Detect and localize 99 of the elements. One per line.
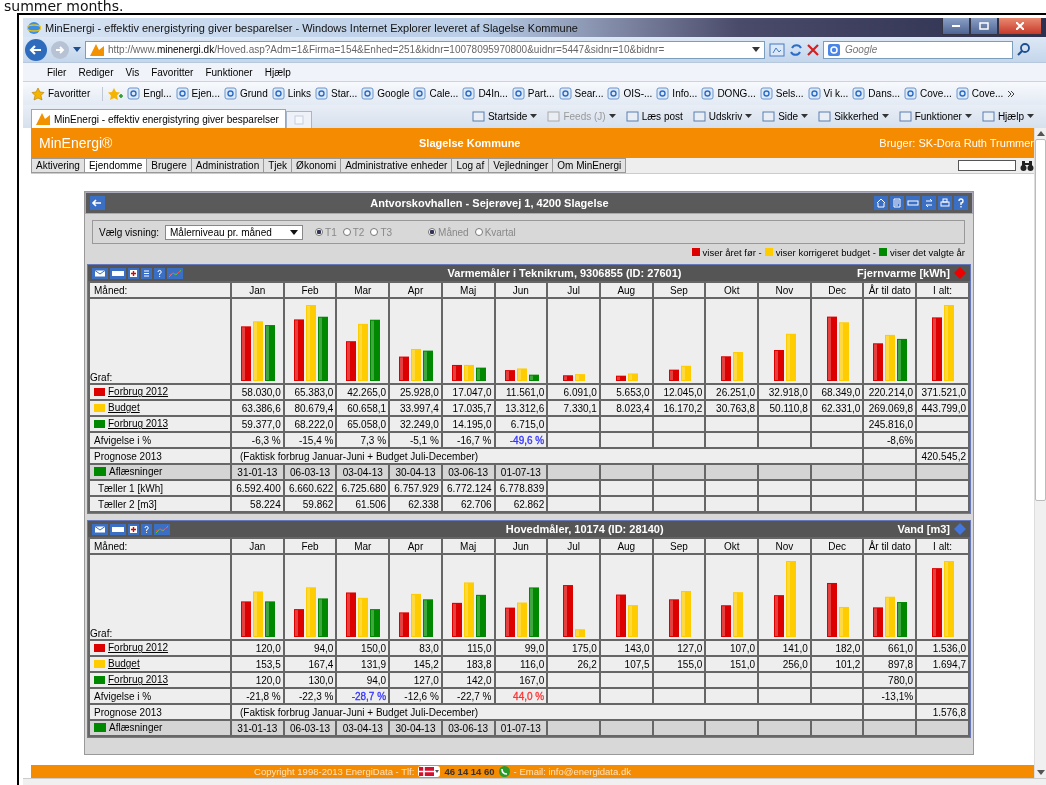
column-header: Jan — [231, 282, 284, 298]
favorites-label: Favoritter — [48, 88, 91, 99]
command-button[interactable]: Udskriv — [708, 111, 743, 122]
column-header: Aug — [599, 538, 653, 554]
favorite-link[interactable]: D4In... — [478, 88, 508, 99]
favorite-link[interactable]: Info... — [672, 88, 698, 99]
favorite-link[interactable]: Part... — [527, 88, 555, 99]
favorite-link[interactable]: Grund — [239, 88, 268, 99]
search-field[interactable]: Google — [823, 40, 1013, 59]
nav-tab[interactable]: Tjek — [263, 158, 293, 173]
organisation-name: Slagelse Kommune — [419, 137, 521, 149]
nav-tab[interactable]: Log af — [451, 158, 490, 173]
column-header: Okt — [705, 538, 759, 554]
row-header: Graf: — [90, 628, 113, 639]
legend-label: viser det valgte år — [890, 246, 965, 258]
favorite-link[interactable]: Cove... — [971, 88, 1004, 99]
column-header: Jul — [547, 538, 600, 554]
nav-tab[interactable]: Om MinEnergi — [552, 158, 627, 173]
unit-label: Vand [m3] — [897, 523, 950, 535]
column-header: Nov — [758, 538, 811, 554]
phone-number: 46 14 14 60 — [444, 766, 495, 777]
column-header: Maj — [441, 538, 495, 554]
column-header: Apr — [389, 538, 442, 554]
column-header: Aug — [599, 282, 653, 298]
favorites-button[interactable]: Favoritter — [31, 86, 104, 101]
column-header: Dec — [810, 538, 864, 554]
column-header: Sep — [652, 538, 706, 554]
column-header: I alt: — [916, 538, 969, 554]
menu-item[interactable]: Favoritter — [151, 66, 194, 78]
favorite-link[interactable]: Links — [287, 88, 312, 99]
column-header: Sep — [652, 282, 706, 298]
nav-tab[interactable]: Administrative enheder — [340, 158, 453, 173]
column-header: Dec — [810, 282, 864, 298]
view-label: Vælg visning: — [99, 226, 160, 238]
favorite-link[interactable]: Engl... — [143, 88, 172, 99]
column-header: Nov — [758, 282, 811, 298]
column-header: Mar — [336, 538, 390, 554]
column-header: Jun — [494, 538, 548, 554]
column-header: Jul — [547, 282, 600, 298]
copyright-text: Copyright 1998-2013 EnergiData - Tlf: — [254, 766, 415, 777]
favorite-link[interactable]: Vi k... — [823, 88, 849, 99]
series-link[interactable]: Budget — [108, 658, 140, 670]
row-header: Aflæsninger — [109, 722, 163, 733]
column-header: Mar — [336, 282, 390, 298]
caption-text: summer months. — [3, 0, 125, 13]
legend-label: viser korrigeret budget - — [775, 246, 876, 258]
favorite-link[interactable]: Cale... — [429, 88, 459, 99]
column-header: Jun — [494, 282, 548, 298]
column-header: Feb — [283, 538, 337, 554]
legend-label: viser året før - — [702, 246, 762, 258]
meter-title: Varmemåler i Teknikrum, 9306855 (ID: 27601) — [446, 267, 683, 279]
favorite-link[interactable]: OIS-... — [623, 88, 653, 99]
menu-item[interactable]: Vis — [125, 66, 140, 78]
nav-tab[interactable]: Vejledninger — [488, 158, 554, 173]
nav-tab[interactable]: Brugere — [146, 158, 192, 173]
panel-title: Antvorskovhallen - Sejerøvej 1, 4200 Slagelse — [369, 197, 610, 209]
nav-tab[interactable]: Økonomi — [291, 158, 342, 173]
command-button[interactable]: Startside — [487, 111, 528, 122]
row-header: Aflæsninger — [109, 466, 163, 477]
window-title: MinEnergi - effektiv energistyring giver besparelser - Windows Internet Explorer leveret af Slagelse Kommune — [45, 21, 578, 34]
command-button[interactable]: Hjælp — [997, 111, 1024, 122]
menu-item[interactable]: Filer — [47, 66, 67, 78]
nav-tab[interactable]: Administration — [190, 158, 265, 173]
favorite-link[interactable]: Ejen... — [191, 88, 220, 99]
favorite-link[interactable]: DONG... — [717, 88, 756, 99]
row-header: Graf: — [90, 372, 113, 383]
favorite-link[interactable]: Sels... — [775, 88, 804, 99]
address-field[interactable]: http://www.minenergi.dk/Hoved.asp?Adm=1&Firma=154&Enhed=251&kidnr=10078095970800&uidnr=5447&sidnr=10&bidnr= — [85, 40, 765, 59]
column-header: Feb — [283, 282, 337, 298]
browser-tab[interactable]: MinEnergi - effektiv energistyring giver besparelser — [31, 109, 286, 128]
command-button[interactable]: Side — [778, 111, 799, 122]
row-header: Måned: — [89, 538, 231, 554]
command-button[interactable]: Sikkerhed — [834, 111, 879, 122]
favorite-link[interactable]: Google — [377, 88, 410, 99]
favorite-link[interactable]: Sear... — [574, 88, 604, 99]
menu-item[interactable]: Hjælp — [264, 66, 291, 78]
menu-item[interactable]: Rediger — [78, 66, 114, 78]
unit-label: Fjernvarme [kWh] — [857, 267, 950, 279]
nav-tab[interactable]: Ejendomme — [83, 158, 148, 173]
nav-tab[interactable]: Aktivering — [31, 158, 85, 173]
favorite-link[interactable]: Dans... — [868, 88, 901, 99]
menu-item[interactable]: Funktioner — [205, 66, 253, 78]
email-text: - Email: info@energidata.dk — [513, 766, 631, 777]
column-header: I alt: — [916, 282, 969, 298]
favorite-link[interactable]: Cove... — [920, 88, 952, 99]
column-header: Apr — [389, 282, 442, 298]
meter-title: Hovedmåler, 10174 (ID: 28140) — [504, 523, 665, 535]
column-header: Maj — [441, 282, 495, 298]
user-name: Bruger: SK-Dora Ruth Trummer — [879, 137, 1034, 149]
command-button[interactable]: Læs post — [641, 111, 683, 122]
series-link[interactable]: Budget — [108, 402, 140, 414]
view-select[interactable]: Målerniveau pr. måned — [165, 224, 304, 240]
favorite-link[interactable]: Star... — [331, 88, 358, 99]
column-header: Okt — [705, 282, 759, 298]
column-header: Jan — [231, 538, 284, 554]
row-header: Måned: — [89, 282, 231, 298]
command-button[interactable]: Funktioner — [914, 111, 962, 122]
column-header: År til dato — [863, 538, 917, 554]
column-header: År til dato — [863, 282, 917, 298]
